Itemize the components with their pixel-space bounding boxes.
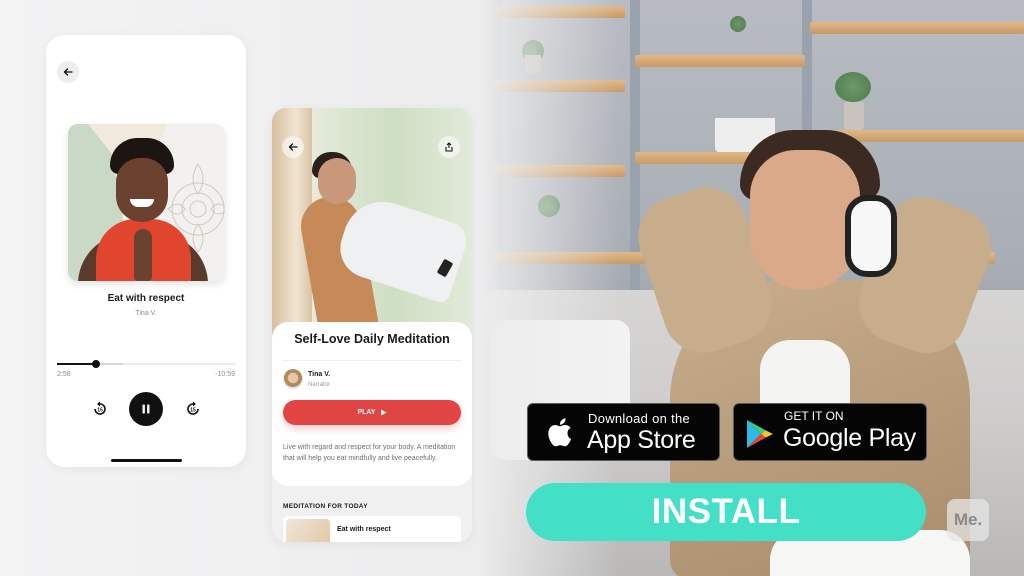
rewind-15-button[interactable]: 15 [92, 401, 108, 417]
meditation-detail-screen: Self-Love Daily Meditation Tina V. Narra… [272, 108, 472, 542]
meditation-description: Live with regard and respect for your bo… [283, 444, 456, 462]
install-button[interactable]: INSTALL [526, 483, 926, 541]
progress-knob[interactable] [92, 360, 101, 368]
brand-logo: Me. [947, 499, 989, 541]
track-artwork [68, 124, 225, 281]
today-meditation-title: Eat with respect [337, 526, 391, 533]
plant [835, 72, 871, 102]
app-store-badge[interactable]: Download on the App Store [527, 403, 720, 461]
forward-15-icon: 15 [187, 401, 199, 415]
narrator-role: Narrator [308, 382, 331, 388]
playback-progress-slider[interactable] [57, 360, 236, 368]
narrator-avatar [283, 369, 303, 389]
share-button[interactable] [438, 136, 460, 158]
google-play-small-text: GET IT ON [784, 409, 844, 423]
share-icon [445, 142, 453, 152]
headphones [845, 195, 897, 277]
narrator-name: Tina V. [308, 371, 331, 378]
google-play-big-text: Google Play [783, 424, 916, 452]
plant [730, 16, 746, 32]
meditation-thumbnail [286, 519, 330, 542]
app-store-small-text: Download on the [588, 411, 691, 426]
shelf [810, 22, 1024, 34]
arrow-left-icon [63, 68, 73, 76]
shelf [635, 55, 805, 67]
arrow-left-icon [288, 143, 298, 151]
google-play-badge[interactable]: GET IT ON Google Play [733, 403, 927, 461]
track-title: Eat with respect [107, 293, 185, 304]
forward-15-button[interactable]: 15 [185, 401, 201, 417]
section-label: MEDITATION FOR TODAY [283, 503, 368, 510]
pot [844, 102, 864, 130]
play-label: PLAY [357, 409, 376, 416]
pause-icon [142, 404, 150, 414]
google-play-icon [747, 420, 773, 448]
play-icon [380, 409, 387, 416]
svg-text:15: 15 [190, 408, 196, 414]
svg-text:15: 15 [97, 408, 103, 414]
pause-button[interactable] [129, 392, 163, 426]
meditation-title: Self-Love Daily Meditation [294, 332, 450, 346]
player-screen: Eat with respect Tina V. 2:58 -10:59 15 … [46, 35, 246, 467]
remaining-time: -10:59 [215, 371, 235, 378]
app-store-big-text: App Store [587, 426, 696, 454]
divider [282, 360, 462, 361]
back-button[interactable] [57, 61, 79, 83]
elapsed-time: 2:58 [57, 371, 71, 378]
play-button[interactable]: PLAY [283, 400, 461, 425]
rewind-15-icon: 15 [94, 401, 106, 415]
back-button[interactable] [282, 136, 304, 158]
progress-fill [57, 363, 97, 365]
apple-icon [548, 418, 572, 447]
track-artist: Tina V. [135, 310, 157, 317]
meditation-info-sheet: Self-Love Daily Meditation Tina V. Narra… [272, 322, 472, 486]
home-indicator [111, 459, 182, 462]
today-meditation-card[interactable]: Eat with respect [283, 516, 461, 542]
